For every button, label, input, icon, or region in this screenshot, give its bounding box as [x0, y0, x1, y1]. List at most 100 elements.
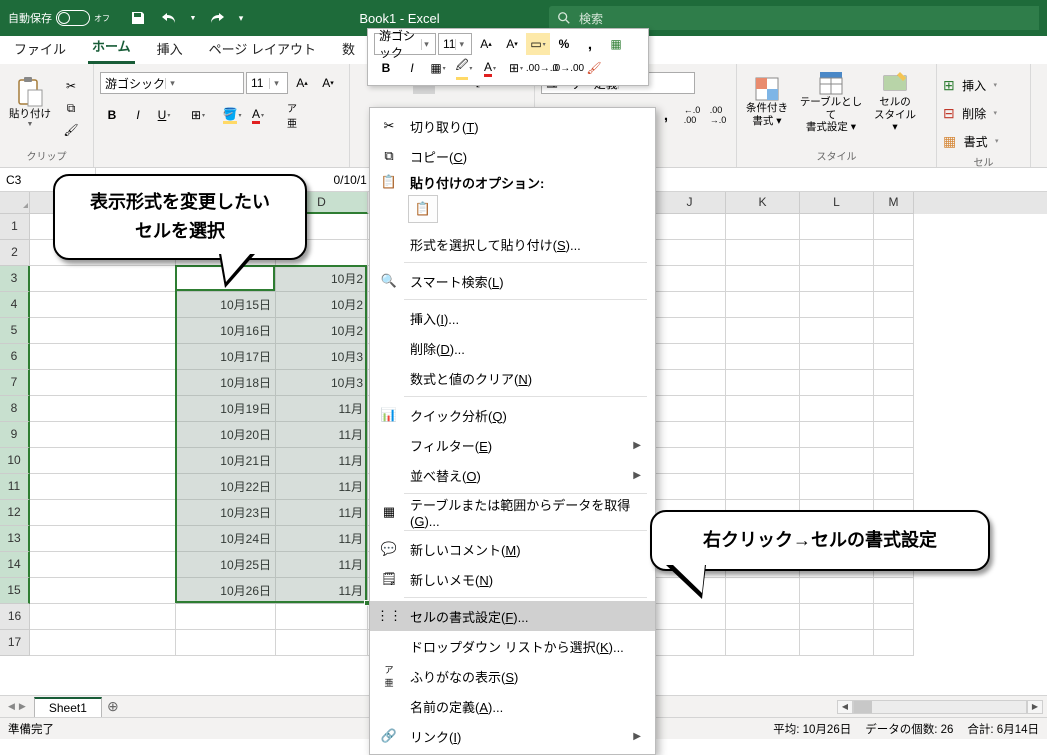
- sheet-nav[interactable]: ◀▶: [0, 701, 34, 712]
- format-painter-icon[interactable]: 🖌: [582, 57, 606, 79]
- cell[interactable]: [726, 318, 800, 344]
- cell[interactable]: [30, 500, 176, 526]
- cell[interactable]: [800, 604, 874, 630]
- cell[interactable]: [874, 370, 914, 396]
- cell[interactable]: 10月2: [276, 318, 368, 344]
- cell[interactable]: [726, 604, 800, 630]
- cell[interactable]: [800, 422, 874, 448]
- delete-cells-button[interactable]: ⊟ 削除 ▾: [943, 100, 1024, 126]
- cell[interactable]: [30, 370, 176, 396]
- fill-button[interactable]: 🪣▾: [220, 104, 244, 126]
- dec-decimal-icon[interactable]: .00→.0: [706, 104, 730, 126]
- italic-button[interactable]: I: [126, 104, 150, 126]
- cell[interactable]: [874, 214, 914, 240]
- tab-file[interactable]: ファイル: [10, 35, 70, 64]
- cell[interactable]: [874, 344, 914, 370]
- cell[interactable]: 11月: [276, 500, 368, 526]
- row-header[interactable]: 13: [0, 526, 30, 552]
- cell[interactable]: 11月: [276, 474, 368, 500]
- cell[interactable]: [874, 318, 914, 344]
- cell[interactable]: 10月17日: [176, 344, 276, 370]
- cell[interactable]: [800, 474, 874, 500]
- cell[interactable]: 11月: [276, 578, 368, 604]
- cell[interactable]: [800, 578, 874, 604]
- cm-cut[interactable]: ✂切り取り(T): [370, 111, 655, 141]
- comma-style-icon[interactable]: ,: [654, 104, 678, 126]
- highlight-icon[interactable]: ▭▾: [526, 33, 550, 55]
- cell[interactable]: [874, 292, 914, 318]
- cell[interactable]: 10月3: [276, 370, 368, 396]
- cell[interactable]: [30, 448, 176, 474]
- increase-font-icon[interactable]: A▴: [474, 33, 498, 55]
- row-header[interactable]: 1: [0, 214, 30, 240]
- inc-decimal-icon[interactable]: ←.0.00: [680, 104, 704, 126]
- cell[interactable]: 10月2: [276, 292, 368, 318]
- cell[interactable]: [874, 474, 914, 500]
- cell[interactable]: [30, 396, 176, 422]
- cell[interactable]: [654, 396, 726, 422]
- cell[interactable]: [176, 630, 276, 656]
- cell[interactable]: [800, 370, 874, 396]
- insert-cells-button[interactable]: ⊞ 挿入 ▾: [943, 72, 1024, 98]
- cm-new-comment[interactable]: 💬新しいコメント(M): [370, 534, 655, 564]
- cell[interactable]: [30, 578, 176, 604]
- border2-icon[interactable]: ⊞▾: [504, 57, 528, 79]
- cell[interactable]: [800, 266, 874, 292]
- cell[interactable]: [30, 604, 176, 630]
- cell[interactable]: [276, 630, 368, 656]
- fontcolor-button[interactable]: A▾: [246, 104, 270, 126]
- grow-font-icon[interactable]: A▴: [290, 72, 314, 94]
- cell[interactable]: 10月3: [276, 344, 368, 370]
- autosave-toggle[interactable]: [56, 10, 90, 26]
- cm-dropdown-pick[interactable]: ドロップダウン リストから選択(K)...: [370, 631, 655, 661]
- row-header[interactable]: 5: [0, 318, 30, 344]
- cm-smart-lookup[interactable]: 🔍スマート検索(L): [370, 266, 655, 296]
- paste-button[interactable]: 貼り付け ▼: [6, 68, 54, 136]
- cm-link[interactable]: 🔗リンク(I)▶: [370, 721, 655, 751]
- cell[interactable]: [800, 214, 874, 240]
- row-header[interactable]: 16: [0, 604, 30, 630]
- cell[interactable]: [654, 604, 726, 630]
- cell[interactable]: 10月22日: [176, 474, 276, 500]
- cell[interactable]: [654, 448, 726, 474]
- row-header[interactable]: 14: [0, 552, 30, 578]
- cell[interactable]: [800, 630, 874, 656]
- cell[interactable]: 11月: [276, 448, 368, 474]
- cell[interactable]: [276, 604, 368, 630]
- cm-paste-special[interactable]: 形式を選択して貼り付け(S)...: [370, 229, 655, 259]
- format-cells-button[interactable]: ▦ 書式 ▾: [943, 128, 1024, 154]
- cell[interactable]: 10月24日: [176, 526, 276, 552]
- cell[interactable]: [654, 214, 726, 240]
- cm-define-name[interactable]: 名前の定義(A)...: [370, 691, 655, 721]
- cell[interactable]: 10月19日: [176, 396, 276, 422]
- redo-icon[interactable]: [200, 4, 232, 32]
- cell[interactable]: [726, 240, 800, 266]
- bold-icon[interactable]: B: [374, 57, 398, 79]
- cell[interactable]: [726, 422, 800, 448]
- row-header[interactable]: 4: [0, 292, 30, 318]
- row-header[interactable]: 15: [0, 578, 30, 604]
- cell[interactable]: [654, 318, 726, 344]
- cell[interactable]: [30, 344, 176, 370]
- row-header[interactable]: 2: [0, 240, 30, 266]
- mini-font-name[interactable]: 游ゴシック▾: [374, 33, 436, 55]
- row-header[interactable]: 10: [0, 448, 30, 474]
- bold-button[interactable]: B: [100, 104, 124, 126]
- cell[interactable]: [726, 292, 800, 318]
- cell[interactable]: [30, 292, 176, 318]
- format-as-table-button[interactable]: テーブルとして書式設定 ▾: [795, 68, 867, 136]
- cm-quick-analysis[interactable]: 📊クイック分析(Q): [370, 400, 655, 430]
- cell[interactable]: [30, 266, 176, 292]
- cell[interactable]: [800, 448, 874, 474]
- cell[interactable]: 10月18日: [176, 370, 276, 396]
- cell[interactable]: 10月25日: [176, 552, 276, 578]
- row-header[interactable]: 7: [0, 370, 30, 396]
- cell[interactable]: [874, 448, 914, 474]
- cell[interactable]: [726, 214, 800, 240]
- cell[interactable]: [726, 370, 800, 396]
- cell[interactable]: [800, 240, 874, 266]
- phonetic-button[interactable]: ア亜: [280, 104, 304, 126]
- cell[interactable]: [654, 344, 726, 370]
- cell[interactable]: [654, 266, 726, 292]
- row-header[interactable]: 3: [0, 266, 30, 292]
